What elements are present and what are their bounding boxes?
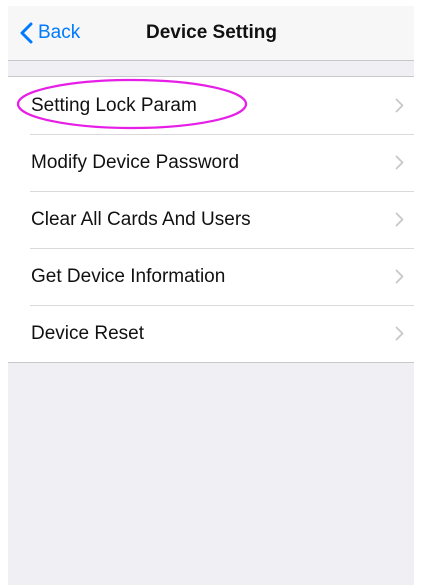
menu-item-label: Clear All Cards And Users [31, 209, 251, 230]
menu-item-label: Get Device Information [31, 266, 226, 287]
menu-item-label: Modify Device Password [31, 152, 240, 173]
chevron-right-icon [395, 212, 404, 227]
chevron-right-icon [395, 269, 404, 284]
page-title: Device Setting [146, 22, 277, 43]
chevron-left-icon [20, 22, 33, 44]
back-button[interactable]: Back [20, 20, 80, 46]
chevron-right-icon [395, 326, 404, 341]
device-setting-screen: Back Device Setting Setting Lock Param M… [8, 6, 414, 585]
chevron-right-icon [395, 155, 404, 170]
menu-item-setting-lock-param[interactable]: Setting Lock Param [8, 77, 414, 134]
menu-item-label: Setting Lock Param [31, 95, 197, 116]
menu-item-device-reset[interactable]: Device Reset [8, 305, 414, 362]
chevron-right-icon [395, 98, 404, 113]
menu-item-get-device-information[interactable]: Get Device Information [8, 248, 414, 305]
back-label: Back [38, 22, 81, 43]
navigation-bar: Back Device Setting [8, 6, 414, 61]
settings-list: Setting Lock Param Modify Device Passwor… [8, 76, 414, 363]
menu-item-clear-all-cards-and-users[interactable]: Clear All Cards And Users [8, 191, 414, 248]
menu-item-modify-device-password[interactable]: Modify Device Password [8, 134, 414, 191]
menu-item-label: Device Reset [31, 323, 144, 344]
